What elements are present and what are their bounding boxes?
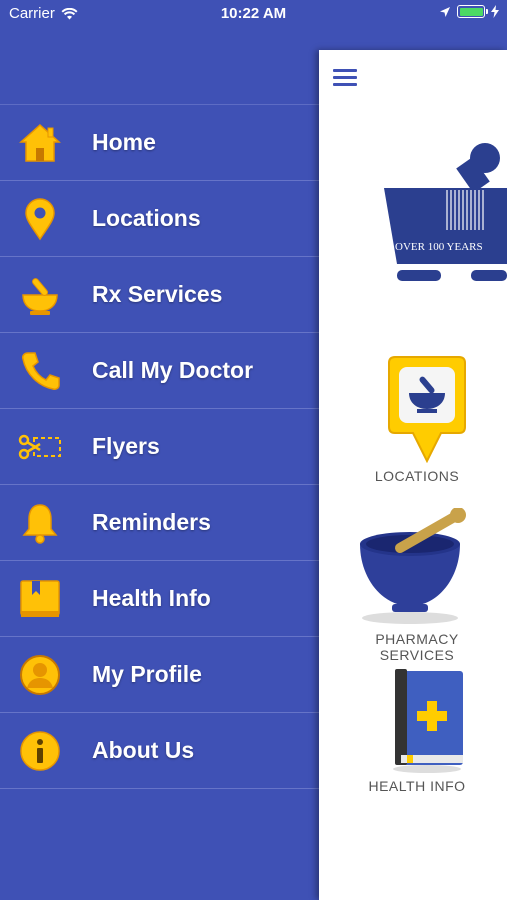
coupon-scissors-icon xyxy=(18,425,62,469)
menu-item-call-my-doctor[interactable]: Call My Doctor xyxy=(0,333,319,409)
menu-item-flyers[interactable]: Flyers xyxy=(0,409,319,485)
book-icon xyxy=(18,577,62,621)
tile-caption: HEALTH INFO xyxy=(368,778,466,794)
home-icon xyxy=(18,121,62,165)
menu-item-reminders[interactable]: Reminders xyxy=(0,485,319,561)
tile-health-info[interactable]: HEALTH INFO xyxy=(339,667,495,794)
clock: 10:22 AM xyxy=(220,5,287,22)
mortar-pestle-icon xyxy=(360,507,466,624)
menu-label: Call My Doctor xyxy=(92,357,254,383)
status-bar: Carrier 10:22 AM xyxy=(0,0,507,28)
menu-item-locations[interactable]: Locations xyxy=(0,181,319,257)
main-content: OVER 100 YEARS LOCATIONS PHARMACY SERVIC… xyxy=(319,50,507,900)
menu-item-home[interactable]: Home xyxy=(0,105,319,181)
tile-caption: LOCATIONS xyxy=(374,468,460,484)
battery-icon xyxy=(457,5,488,18)
pharmacy-logo: OVER 100 YEARS xyxy=(379,142,507,288)
map-pin-mortar-icon xyxy=(388,356,466,464)
menu-label: Rx Services xyxy=(92,281,223,307)
phone-icon xyxy=(18,349,62,393)
mortar-pestle-icon xyxy=(18,273,62,317)
menu-item-health-info[interactable]: Health Info xyxy=(0,561,319,637)
location-arrow-icon xyxy=(440,6,450,17)
hamburger-menu-button[interactable] xyxy=(333,69,357,87)
menu-label: About Us xyxy=(92,737,195,763)
tile-pharmacy-services[interactable]: PHARMACY SERVICES xyxy=(339,507,495,663)
tile-caption: PHARMACY SERVICES xyxy=(375,631,459,663)
menu-label: Reminders xyxy=(92,509,211,535)
info-icon xyxy=(18,729,62,773)
menu-label: Health Info xyxy=(92,585,211,611)
bell-icon xyxy=(18,501,62,545)
tile-locations[interactable]: LOCATIONS xyxy=(339,355,495,484)
map-pin-icon xyxy=(18,197,62,241)
menu-label: Locations xyxy=(92,205,201,231)
side-drawer: Home Locations Rx Services Call My Docto… xyxy=(0,28,319,900)
menu-item-about-us[interactable]: About Us xyxy=(0,713,319,789)
menu-label: Home xyxy=(92,129,156,155)
charging-bolt-icon xyxy=(491,5,499,18)
menu-item-my-profile[interactable]: My Profile xyxy=(0,637,319,713)
drawer-header xyxy=(0,28,319,105)
menu-label: Flyers xyxy=(92,433,160,459)
menu-label: My Profile xyxy=(92,661,202,687)
profile-icon xyxy=(18,653,62,697)
medical-book-icon xyxy=(393,669,463,773)
menu-item-rx-services[interactable]: Rx Services xyxy=(0,257,319,333)
logo-tagline: OVER 100 YEARS xyxy=(395,241,483,253)
